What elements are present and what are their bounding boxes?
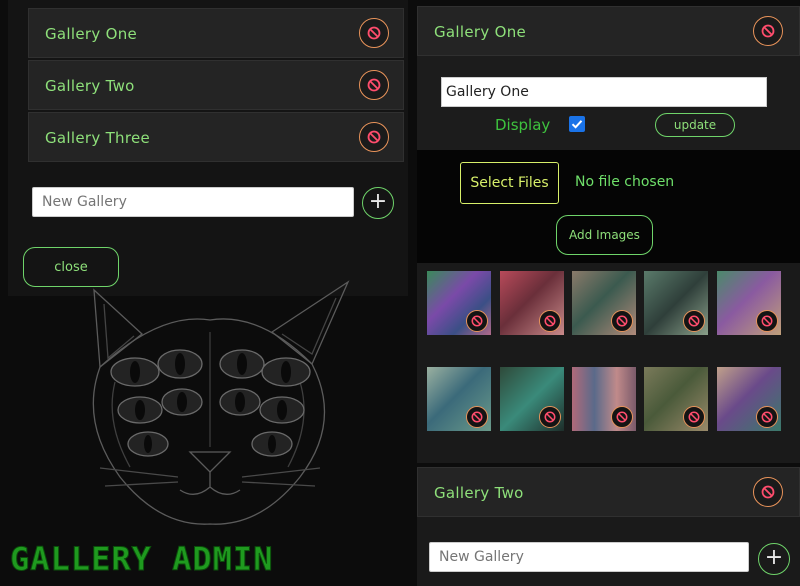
gallery-image[interactable] — [572, 271, 636, 335]
new-gallery-input[interactable] — [429, 542, 749, 572]
delete-image-button[interactable] — [683, 310, 705, 332]
delete-image-button[interactable] — [539, 406, 561, 428]
file-status-text: No file chosen — [575, 174, 675, 190]
gallery-name-input[interactable] — [441, 77, 767, 107]
gallery-item-label: Gallery One — [45, 25, 138, 43]
gallery-editor-panel: Gallery One Display update Select Files … — [408, 0, 800, 586]
gallery-image[interactable] — [644, 271, 708, 335]
gallery-item-label: Gallery Two — [434, 484, 524, 502]
delete-image-button[interactable] — [539, 310, 561, 332]
ban-icon — [616, 315, 628, 327]
ban-icon — [616, 411, 628, 423]
plus-icon: + — [368, 189, 388, 214]
gallery-image[interactable] — [500, 367, 564, 431]
delete-gallery-button[interactable] — [359, 70, 389, 100]
ban-icon — [544, 411, 556, 423]
display-label: Display — [495, 116, 551, 134]
ban-icon — [544, 315, 556, 327]
select-files-label: Select Files — [470, 175, 549, 191]
delete-gallery-button[interactable] — [359, 18, 389, 48]
update-button[interactable]: update — [655, 113, 735, 137]
cat-illustration — [92, 280, 350, 525]
gallery-image[interactable] — [717, 367, 781, 431]
delete-image-button[interactable] — [756, 406, 778, 428]
gallery-image[interactable] — [644, 367, 708, 431]
delete-image-button[interactable] — [466, 406, 488, 428]
delete-image-button[interactable] — [611, 310, 633, 332]
delete-gallery-button[interactable] — [359, 122, 389, 152]
gallery-item[interactable]: Gallery Two — [28, 60, 404, 110]
gallery-image[interactable] — [427, 271, 491, 335]
delete-image-button[interactable] — [683, 406, 705, 428]
ban-icon — [761, 315, 773, 327]
ban-icon — [688, 411, 700, 423]
ban-icon — [761, 24, 775, 38]
add-gallery-button[interactable]: + — [362, 187, 394, 219]
gallery-settings: Display update — [417, 56, 800, 150]
gallery-editor-title: Gallery One — [434, 23, 527, 41]
plus-icon: + — [764, 545, 784, 570]
select-files-button[interactable]: Select Files — [460, 162, 559, 204]
ban-icon — [367, 130, 381, 144]
add-images-label: Add Images — [569, 228, 640, 242]
gallery-image[interactable] — [717, 271, 781, 335]
ban-icon — [688, 315, 700, 327]
ban-icon — [761, 485, 775, 499]
delete-gallery-button[interactable] — [753, 477, 783, 507]
add-gallery-button[interactable]: + — [758, 543, 790, 575]
gallery-image[interactable] — [500, 271, 564, 335]
app-logo: GALLERY ADMIN — [10, 540, 274, 579]
ban-icon — [367, 78, 381, 92]
gallery-image[interactable] — [572, 367, 636, 431]
gallery-item-label: Gallery Three — [45, 129, 151, 147]
new-gallery-footer: + — [417, 517, 800, 586]
ban-icon — [471, 315, 483, 327]
image-grid — [417, 263, 800, 463]
ban-icon — [471, 411, 483, 423]
delete-image-button[interactable] — [466, 310, 488, 332]
gallery-editor-header[interactable]: Gallery One — [417, 6, 800, 56]
gallery-item-collapsed[interactable]: Gallery Two — [417, 467, 800, 517]
display-checkbox[interactable] — [569, 116, 585, 132]
new-gallery-input[interactable] — [32, 187, 354, 217]
gallery-image[interactable] — [427, 367, 491, 431]
check-icon — [571, 120, 583, 129]
ban-icon — [761, 411, 773, 423]
update-button-label: update — [673, 118, 717, 132]
gallery-item[interactable]: Gallery Three — [28, 112, 404, 162]
delete-image-button[interactable] — [611, 406, 633, 428]
delete-gallery-button[interactable] — [753, 16, 783, 46]
gallery-item[interactable]: Gallery One — [28, 8, 404, 58]
gallery-list-panel: Gallery One Gallery Two Gallery Three + … — [8, 0, 408, 296]
ban-icon — [367, 26, 381, 40]
image-upload-area: Select Files No file chosen Add Images — [417, 150, 800, 263]
delete-image-button[interactable] — [756, 310, 778, 332]
add-images-button[interactable]: Add Images — [556, 215, 653, 255]
gallery-item-label: Gallery Two — [45, 77, 135, 95]
